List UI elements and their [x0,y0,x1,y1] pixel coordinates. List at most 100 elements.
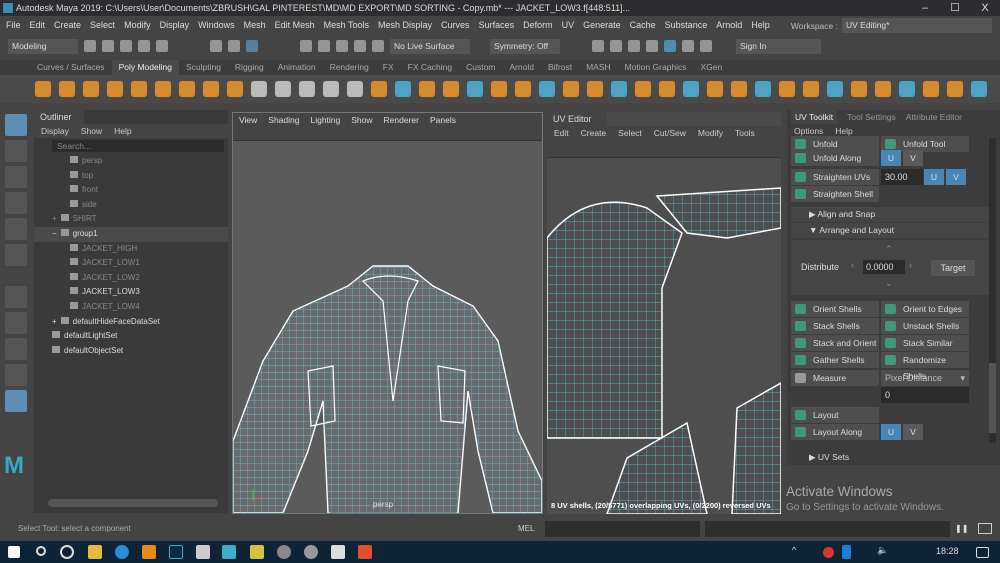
paint-select-tool-icon[interactable] [5,166,27,188]
uv-menu-tools[interactable]: Tools [735,128,755,138]
arnold-render-icon[interactable] [682,40,694,52]
shelf-tool-icon[interactable] [611,81,627,97]
shelf-tab-rigging[interactable]: Rigging [228,60,271,75]
command-language-label[interactable]: MEL [518,518,534,540]
uv-menu-create[interactable]: Create [581,128,607,138]
randomize-shells-button[interactable]: Randomize Shells [881,352,969,381]
select-component-icon[interactable] [246,40,258,52]
mode-dropdown[interactable]: Modeling [8,38,78,54]
select-hierarchy-icon[interactable] [210,40,222,52]
shelf-tool-icon[interactable] [899,81,915,97]
shelf-tool-icon[interactable] [203,81,219,97]
single-perspective-layout-icon[interactable] [5,312,27,334]
hypershade-icon[interactable] [664,40,676,52]
sign-in-button[interactable]: Sign In [736,38,821,54]
viewport-menu-view[interactable]: View [239,113,257,127]
outliner-item[interactable]: side [34,198,228,213]
outliner-horizontal-scrollbar[interactable] [48,499,218,507]
outliner-item[interactable]: JACKET_LOW2 [34,271,228,286]
shelf-tool-icon[interactable] [275,81,291,97]
snap-surface-icon[interactable] [372,40,384,52]
menu-generate[interactable]: Generate [583,20,621,30]
render-icon[interactable] [610,40,622,52]
shelf-tool-icon[interactable] [323,81,339,97]
command-input[interactable] [545,521,700,537]
viewport-menu-panels[interactable]: Panels [430,113,456,127]
shelf-tab-fx[interactable]: FX [376,60,401,75]
beats-icon[interactable] [823,547,834,558]
close-button[interactable]: X [970,0,1000,16]
unfold-along-u-button[interactable]: U [881,150,901,166]
maya-taskbar-icon[interactable] [222,545,236,559]
shelf-tool-icon[interactable] [83,81,99,97]
script-editor-icon[interactable] [978,523,992,534]
outliner-item[interactable]: JACKET_HIGH [34,242,228,257]
cortana-icon[interactable] [60,545,74,559]
menu-edit-mesh[interactable]: Edit Mesh [275,20,315,30]
four-view-layout-icon[interactable] [5,338,27,360]
uv-toolkit-menu-help[interactable]: Help [835,126,852,136]
distribute-up-icon[interactable]: ⌃ [885,244,893,255]
select-object-icon[interactable] [228,40,240,52]
shelf-tool-icon[interactable] [395,81,411,97]
select-tool-icon[interactable] [5,114,27,136]
uv-editor-tab[interactable]: UV Editor [547,112,607,126]
shelf-tool-icon[interactable] [179,81,195,97]
uv-toolkit-scrollbar[interactable] [989,138,996,443]
layout-along-button[interactable]: Layout Along [791,424,879,440]
shelf-tool-icon[interactable] [443,81,459,97]
shelf-tool-icon[interactable] [155,81,171,97]
shelf-tool-icon[interactable] [347,81,363,97]
snap-curve-icon[interactable] [318,40,330,52]
shelf-tool-icon[interactable] [971,81,987,97]
viewport-menu-shading[interactable]: Shading [268,113,299,127]
snap-view-icon[interactable] [354,40,366,52]
media-icon[interactable] [277,545,291,559]
lasso-tool-icon[interactable] [5,140,27,162]
outliner-menu-show[interactable]: Show [81,126,102,136]
last-tool-icon[interactable] [5,286,27,308]
menu-mesh[interactable]: Mesh [244,20,266,30]
snap-grid-icon[interactable] [300,40,312,52]
volume-icon[interactable]: 🔈 [877,545,888,556]
shelf-tool-icon[interactable] [539,81,555,97]
menu-display[interactable]: Display [160,20,190,30]
pause-icon[interactable]: ❚❚ [955,518,968,540]
distribute-down-icon[interactable]: ⌄ [885,278,893,289]
menu-modify[interactable]: Modify [124,20,151,30]
tab-uv-toolkit[interactable]: UV Toolkit [791,110,838,124]
shelf-tool-icon[interactable] [827,81,843,97]
pause-icon[interactable] [700,40,712,52]
notifications-icon[interactable] [976,547,989,558]
shelf-tool-icon[interactable] [419,81,435,97]
outliner-item[interactable]: JACKET_LOW3 [34,285,228,300]
tab-attribute-editor[interactable]: Attribute Editor [906,110,962,124]
shelf-tool-icon[interactable] [515,81,531,97]
new-scene-icon[interactable] [84,40,96,52]
undo-icon[interactable] [138,40,150,52]
shelf-tool-icon[interactable] [875,81,891,97]
menu-curves[interactable]: Curves [441,20,470,30]
straighten-u-button[interactable]: U [924,169,944,185]
menu-windows[interactable]: Windows [198,20,235,30]
menu-edit[interactable]: Edit [30,20,46,30]
menu-surfaces[interactable]: Surfaces [479,20,515,30]
shelf-tool-icon[interactable] [467,81,483,97]
menu-mesh-display[interactable]: Mesh Display [378,20,432,30]
edge-icon[interactable] [115,545,129,559]
uv-sets-section[interactable]: ▶ UV Sets [791,450,991,465]
shelf-tool-icon[interactable] [731,81,747,97]
menu-mesh-tools[interactable]: Mesh Tools [324,20,369,30]
outliner-item[interactable]: defaultObjectSet [34,344,228,359]
stack-and-orient-button[interactable]: Stack and Orient [791,335,879,351]
shelf-tool-icon[interactable] [227,81,243,97]
shelf-tab-fx-caching[interactable]: FX Caching [401,60,459,75]
workspace-dropdown[interactable]: UV Editing* [842,18,992,33]
file-explorer-icon[interactable] [88,545,102,559]
uv-menu-edit[interactable]: Edit [554,128,569,138]
straighten-shell-button[interactable]: Straighten Shell [791,186,879,202]
uv-menu-modify[interactable]: Modify [698,128,723,138]
ipr-render-icon[interactable] [628,40,640,52]
shelf-tool-icon[interactable] [851,81,867,97]
side-by-side-layout-icon[interactable] [5,364,27,386]
